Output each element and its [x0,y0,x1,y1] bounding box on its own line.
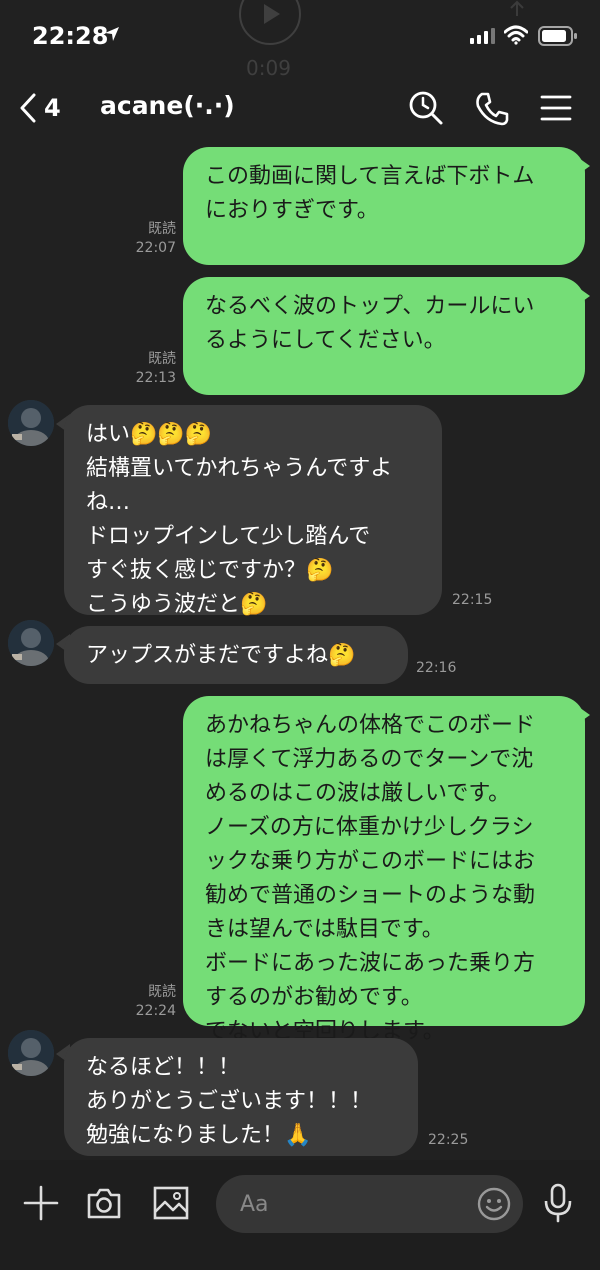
image-gallery-icon[interactable] [152,1184,190,1226]
message-bubble-outgoing[interactable]: この動画に関して言えば下ボトム におりすぎです。 [183,147,585,265]
message-time: 22:15 [452,592,493,608]
message-time: 22:16 [416,660,457,676]
location-arrow-icon [104,26,120,42]
unread-count: 4 [44,94,61,122]
chat-header: 4 acane(·.·) [0,72,600,144]
avatar[interactable] [8,620,54,666]
microphone-icon[interactable] [542,1182,574,1228]
read-receipt: 既読 [148,221,176,237]
avatar[interactable] [8,400,54,446]
chevron-left-icon [20,93,36,123]
cellular-signal-icon [470,28,496,48]
read-receipt: 既読 [148,351,176,367]
message-time: 22:07 [135,240,176,256]
message-meta: 既読 22:13 [120,350,176,388]
chat-title: acane(·.·) [100,91,235,120]
message-time: 22:13 [135,370,176,386]
search-history-icon[interactable] [406,88,446,128]
share-ghost-icon [505,0,529,28]
message-bubble-outgoing[interactable]: あかねちゃんの体格でこのボード は厚くて浮力あるのでターンで沈 めるのはこの波は… [183,696,585,1044]
avatar[interactable] [8,1030,54,1076]
message-meta: 既読 22:07 [120,220,176,258]
message-bubble-incoming[interactable]: アップスがまだですよね🤔 [64,626,408,684]
emoji-icon[interactable] [476,1186,512,1226]
message-meta: 既読 22:24 [120,983,176,1021]
read-receipt: 既読 [148,984,176,1000]
message-time: 22:24 [135,1003,176,1019]
camera-icon[interactable] [85,1184,123,1226]
wifi-icon [503,25,529,49]
phone-call-icon[interactable] [472,88,512,128]
message-bubble-incoming[interactable]: なるほど！！！ ありがとうございます！！！ 勉強になりました！🙏 [64,1038,418,1156]
message-time: 22:25 [428,1132,469,1148]
plus-icon[interactable] [22,1184,60,1226]
message-bubble-incoming[interactable]: はい🤔🤔🤔 結構置いてかれちゃうんですよ ね… ドロップインして少し踏んで すぐ… [64,405,442,617]
battery-icon [538,26,578,50]
menu-icon[interactable] [536,88,576,128]
video-play-ghost-icon [238,0,302,50]
status-bar: 0:09 22:28 [0,0,600,80]
status-time: 22:28 [32,22,109,50]
back-button[interactable]: 4 [20,88,76,128]
message-input-bar [0,1160,600,1270]
message-bubble-outgoing[interactable]: なるべく波のトップ、カールにい るようにしてください。 [183,277,585,395]
